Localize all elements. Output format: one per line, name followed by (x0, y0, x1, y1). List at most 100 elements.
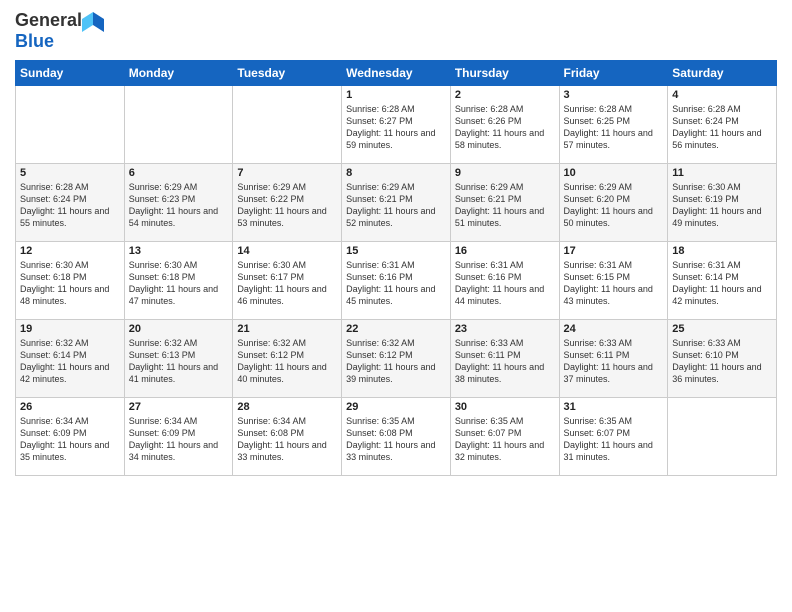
day-info: Sunrise: 6:33 AM Sunset: 6:10 PM Dayligh… (672, 337, 772, 386)
day-info: Sunrise: 6:35 AM Sunset: 6:08 PM Dayligh… (346, 415, 446, 464)
day-info: Sunrise: 6:29 AM Sunset: 6:22 PM Dayligh… (237, 181, 337, 230)
calendar-cell: 31 Sunrise: 6:35 AM Sunset: 6:07 PM Dayli… (559, 397, 668, 475)
weekday-header: Tuesday (233, 60, 342, 85)
day-info: Sunrise: 6:28 AM Sunset: 6:26 PM Dayligh… (455, 103, 555, 152)
calendar-cell: 23 Sunrise: 6:33 AM Sunset: 6:11 PM Dayli… (450, 319, 559, 397)
calendar-week-row: 12 Sunrise: 6:30 AM Sunset: 6:18 PM Dayli… (16, 241, 777, 319)
weekday-header: Monday (124, 60, 233, 85)
day-info: Sunrise: 6:30 AM Sunset: 6:18 PM Dayligh… (129, 259, 229, 308)
calendar-cell: 6 Sunrise: 6:29 AM Sunset: 6:23 PM Daylig… (124, 163, 233, 241)
calendar-cell: 8 Sunrise: 6:29 AM Sunset: 6:21 PM Daylig… (342, 163, 451, 241)
calendar-cell: 5 Sunrise: 6:28 AM Sunset: 6:24 PM Daylig… (16, 163, 125, 241)
header: GeneralBlue (15, 10, 777, 52)
day-number: 6 (129, 167, 229, 179)
day-number: 12 (20, 245, 120, 257)
calendar-cell: 25 Sunrise: 6:33 AM Sunset: 6:10 PM Dayli… (668, 319, 777, 397)
calendar-cell: 17 Sunrise: 6:31 AM Sunset: 6:15 PM Dayli… (559, 241, 668, 319)
calendar-cell: 29 Sunrise: 6:35 AM Sunset: 6:08 PM Dayli… (342, 397, 451, 475)
day-number: 23 (455, 323, 555, 335)
calendar-cell (16, 85, 125, 163)
day-number: 25 (672, 323, 772, 335)
calendar-cell: 30 Sunrise: 6:35 AM Sunset: 6:07 PM Dayli… (450, 397, 559, 475)
day-number: 21 (237, 323, 337, 335)
day-info: Sunrise: 6:30 AM Sunset: 6:17 PM Dayligh… (237, 259, 337, 308)
logo-icon (82, 10, 104, 32)
day-number: 26 (20, 401, 120, 413)
logo: GeneralBlue (15, 10, 104, 52)
day-number: 31 (564, 401, 664, 413)
day-info: Sunrise: 6:32 AM Sunset: 6:12 PM Dayligh… (237, 337, 337, 386)
calendar-week-row: 19 Sunrise: 6:32 AM Sunset: 6:14 PM Dayli… (16, 319, 777, 397)
weekday-header: Saturday (668, 60, 777, 85)
day-number: 18 (672, 245, 772, 257)
weekday-header: Sunday (16, 60, 125, 85)
calendar-cell: 26 Sunrise: 6:34 AM Sunset: 6:09 PM Dayli… (16, 397, 125, 475)
day-number: 16 (455, 245, 555, 257)
calendar-cell: 24Sunrise: 6:33 AM Sunset: 6:11 PM Dayli… (559, 319, 668, 397)
weekday-header: Friday (559, 60, 668, 85)
day-number: 9 (455, 167, 555, 179)
calendar-week-row: 26 Sunrise: 6:34 AM Sunset: 6:09 PM Dayli… (16, 397, 777, 475)
day-info: Sunrise: 6:30 AM Sunset: 6:18 PM Dayligh… (20, 259, 120, 308)
calendar-cell (124, 85, 233, 163)
calendar-cell (233, 85, 342, 163)
calendar-header-row: SundayMondayTuesdayWednesdayThursdayFrid… (16, 60, 777, 85)
day-info: Sunrise: 6:28 AM Sunset: 6:27 PM Dayligh… (346, 103, 446, 152)
day-info: Sunrise: 6:29 AM Sunset: 6:20 PM Dayligh… (564, 181, 664, 230)
day-number: 28 (237, 401, 337, 413)
day-info: Sunrise: 6:28 AM Sunset: 6:25 PM Dayligh… (564, 103, 664, 152)
calendar-cell: 22 Sunrise: 6:32 AM Sunset: 6:12 PM Dayli… (342, 319, 451, 397)
calendar-cell: 2Sunrise: 6:28 AM Sunset: 6:26 PM Daylig… (450, 85, 559, 163)
day-number: 22 (346, 323, 446, 335)
calendar-cell: 14 Sunrise: 6:30 AM Sunset: 6:17 PM Dayli… (233, 241, 342, 319)
day-number: 7 (237, 167, 337, 179)
logo-blue: Blue (15, 32, 104, 52)
day-number: 27 (129, 401, 229, 413)
day-info: Sunrise: 6:29 AM Sunset: 6:21 PM Dayligh… (346, 181, 446, 230)
day-info: Sunrise: 6:34 AM Sunset: 6:09 PM Dayligh… (129, 415, 229, 464)
calendar-cell: 15Sunrise: 6:31 AM Sunset: 6:16 PM Dayli… (342, 241, 451, 319)
calendar-cell: 20Sunrise: 6:32 AM Sunset: 6:13 PM Dayli… (124, 319, 233, 397)
calendar-cell: 4 Sunrise: 6:28 AM Sunset: 6:24 PM Daylig… (668, 85, 777, 163)
day-info: Sunrise: 6:32 AM Sunset: 6:13 PM Dayligh… (129, 337, 229, 386)
day-number: 29 (346, 401, 446, 413)
day-number: 30 (455, 401, 555, 413)
day-number: 5 (20, 167, 120, 179)
calendar-cell: 16 Sunrise: 6:31 AM Sunset: 6:16 PM Dayli… (450, 241, 559, 319)
calendar-cell: 28Sunrise: 6:34 AM Sunset: 6:08 PM Dayli… (233, 397, 342, 475)
day-info: Sunrise: 6:35 AM Sunset: 6:07 PM Dayligh… (564, 415, 664, 464)
calendar-cell: 3 Sunrise: 6:28 AM Sunset: 6:25 PM Daylig… (559, 85, 668, 163)
calendar-cell: 19 Sunrise: 6:32 AM Sunset: 6:14 PM Dayli… (16, 319, 125, 397)
day-number: 13 (129, 245, 229, 257)
day-info: Sunrise: 6:34 AM Sunset: 6:09 PM Dayligh… (20, 415, 120, 464)
calendar-cell: 13 Sunrise: 6:30 AM Sunset: 6:18 PM Dayli… (124, 241, 233, 319)
day-number: 17 (564, 245, 664, 257)
day-info: Sunrise: 6:28 AM Sunset: 6:24 PM Dayligh… (672, 103, 772, 152)
day-info: Sunrise: 6:35 AM Sunset: 6:07 PM Dayligh… (455, 415, 555, 464)
page: GeneralBlue SundayMondayTuesdayWednesday… (0, 0, 792, 612)
calendar-cell: 11Sunrise: 6:30 AM Sunset: 6:19 PM Dayli… (668, 163, 777, 241)
calendar-cell: 7 Sunrise: 6:29 AM Sunset: 6:22 PM Daylig… (233, 163, 342, 241)
day-number: 10 (564, 167, 664, 179)
day-number: 11 (672, 167, 772, 179)
day-info: Sunrise: 6:31 AM Sunset: 6:16 PM Dayligh… (455, 259, 555, 308)
calendar-cell: 12 Sunrise: 6:30 AM Sunset: 6:18 PM Dayli… (16, 241, 125, 319)
day-info: Sunrise: 6:29 AM Sunset: 6:23 PM Dayligh… (129, 181, 229, 230)
day-info: Sunrise: 6:33 AM Sunset: 6:11 PM Dayligh… (455, 337, 555, 386)
weekday-header: Thursday (450, 60, 559, 85)
calendar-week-row: 1 Sunrise: 6:28 AM Sunset: 6:27 PM Daylig… (16, 85, 777, 163)
day-info: Sunrise: 6:32 AM Sunset: 6:14 PM Dayligh… (20, 337, 120, 386)
day-number: 15 (346, 245, 446, 257)
day-number: 1 (346, 89, 446, 101)
day-info: Sunrise: 6:32 AM Sunset: 6:12 PM Dayligh… (346, 337, 446, 386)
day-number: 3 (564, 89, 664, 101)
calendar-table: SundayMondayTuesdayWednesdayThursdayFrid… (15, 60, 777, 476)
day-number: 14 (237, 245, 337, 257)
day-number: 4 (672, 89, 772, 101)
weekday-header: Wednesday (342, 60, 451, 85)
day-info: Sunrise: 6:28 AM Sunset: 6:24 PM Dayligh… (20, 181, 120, 230)
day-number: 8 (346, 167, 446, 179)
day-info: Sunrise: 6:31 AM Sunset: 6:15 PM Dayligh… (564, 259, 664, 308)
day-number: 19 (20, 323, 120, 335)
calendar-cell (668, 397, 777, 475)
